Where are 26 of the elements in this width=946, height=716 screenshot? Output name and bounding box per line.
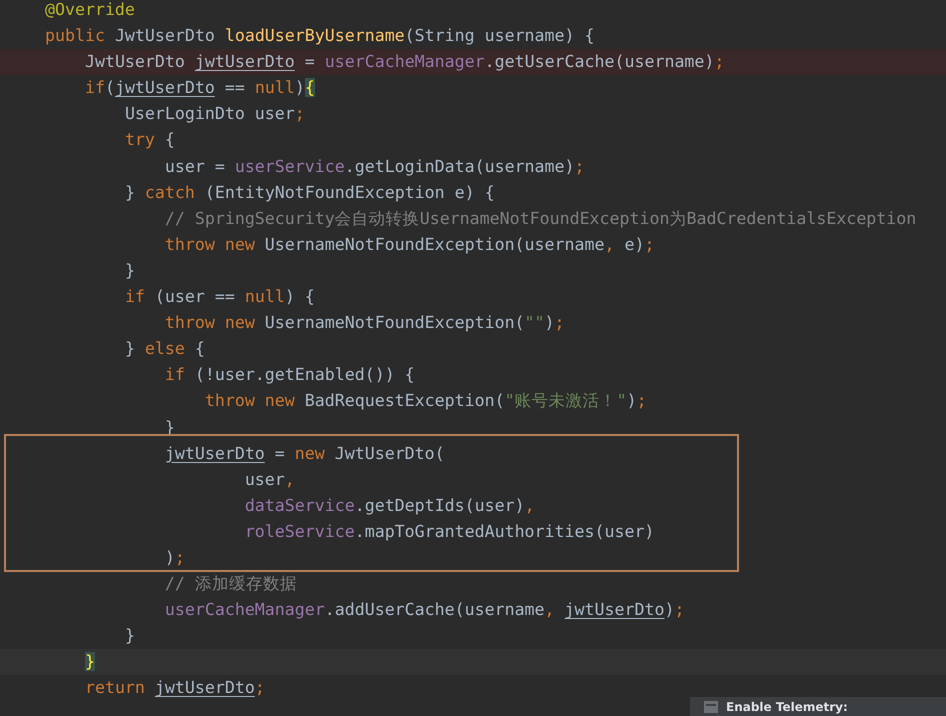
code-line: } catch (EntityNotFoundException e) { [124, 182, 496, 204]
code-line: user = userService.getLoginData(username); [164, 156, 586, 178]
code-line: public JwtUserDto loadUserByUsername(String username) { [44, 25, 596, 48]
code-line: if (!user.getEnabled()) { [164, 364, 416, 386]
code-line: } [124, 260, 136, 282]
code-line: ); [164, 546, 186, 569]
code-line: userCacheManager.addUserCache(username, jwtUserDto); [164, 599, 686, 622]
code-line: dataService.getDeptIds(user), [244, 494, 536, 517]
code-line: throw new BadRequestException("账号未激活！"); [204, 390, 648, 412]
code-line: if (user == null) { [124, 286, 316, 308]
code-line: roleService.mapToGrantedAuthorities(user) [244, 520, 656, 543]
code-line: jwtUserDto = new JwtUserDto( [164, 442, 446, 465]
code-line: try { [124, 129, 176, 152]
code-line: // 添加缓存数据 [164, 573, 298, 596]
code-line: // SpringSecurity会自动转换UsernameNotFoundException为BadCredentialsException [164, 208, 918, 230]
code-line: if(jwtUserDto == null){ [84, 77, 316, 100]
code-line: return jwtUserDto; [84, 677, 266, 700]
code-line: throw new UsernameNotFoundException(username, e); [164, 234, 656, 256]
code-line: @Override [44, 0, 136, 21]
code-line: user, [244, 468, 296, 491]
telemetry-icon [704, 700, 718, 712]
code-line: throw new UsernameNotFoundException(""); [164, 312, 566, 334]
notification-title: Enable Telemetry: [726, 700, 848, 714]
code-line: } [124, 625, 136, 648]
code-line: UserLoginDto user; [124, 103, 306, 126]
code-line: } else { [124, 338, 206, 360]
